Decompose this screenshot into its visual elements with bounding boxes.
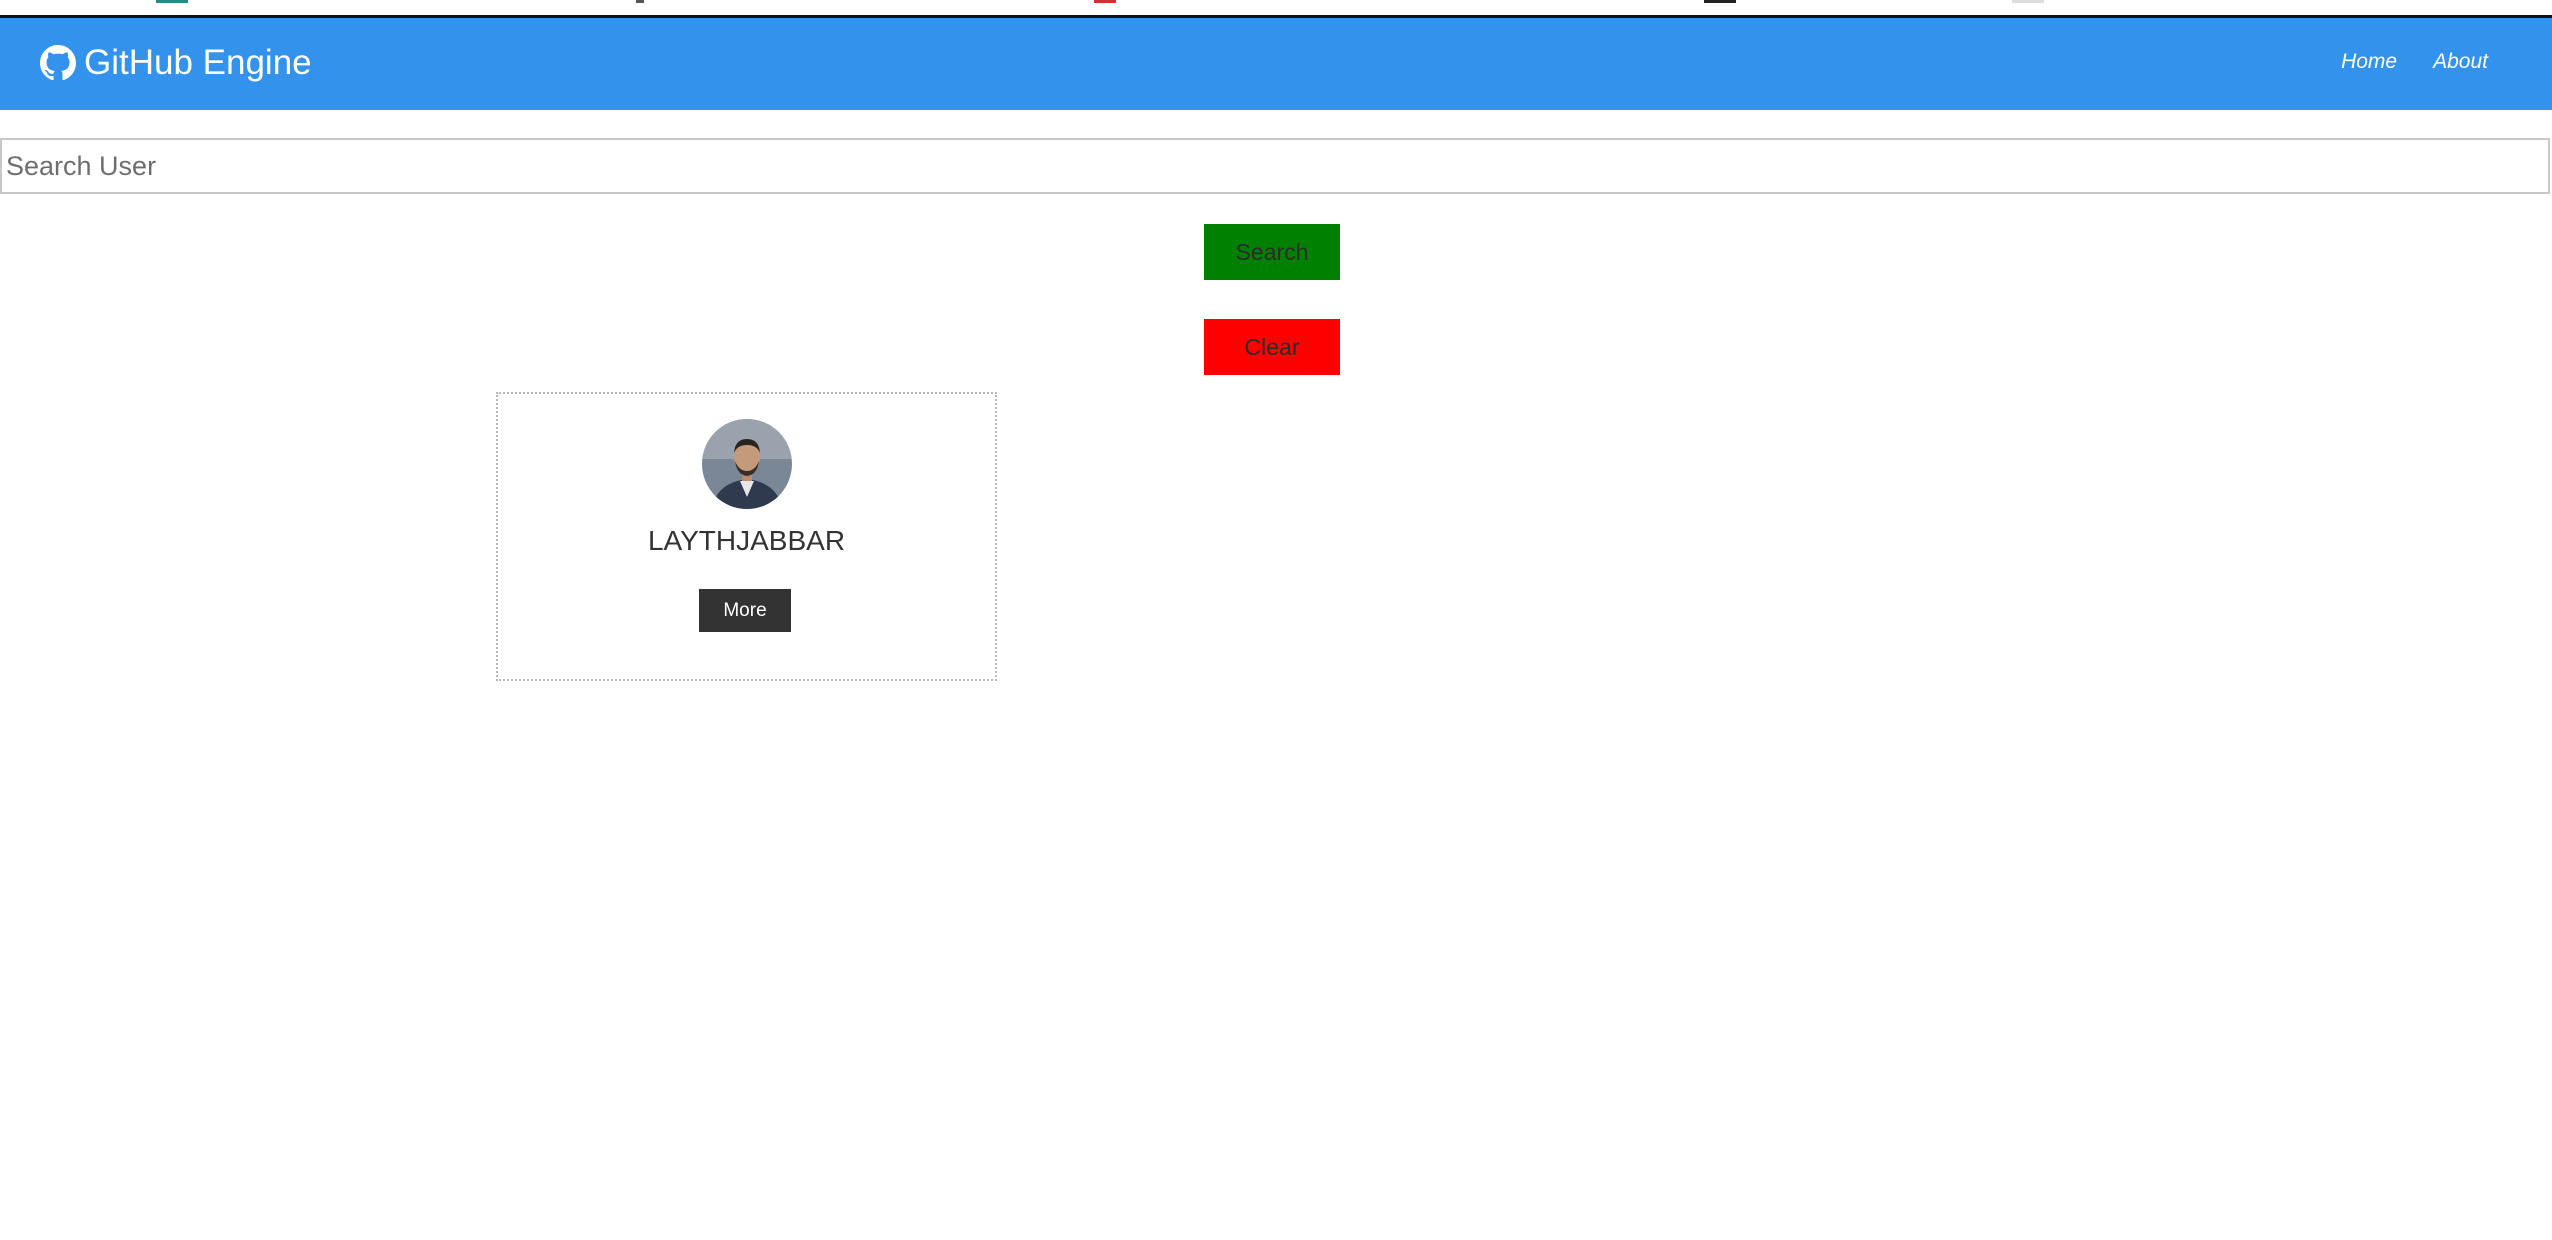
nav-link-about[interactable]: About xyxy=(2433,50,2488,74)
search-button[interactable]: Search xyxy=(1204,224,1340,280)
clear-button[interactable]: Clear xyxy=(1204,319,1340,375)
search-input[interactable] xyxy=(0,138,2550,194)
github-icon xyxy=(40,45,76,81)
nav-link-home[interactable]: Home xyxy=(2341,50,2397,74)
username: LAYTHJABBAR xyxy=(647,525,846,556)
browser-tab-strip xyxy=(0,0,2552,18)
app-title: GitHub Engine xyxy=(84,43,312,82)
brand[interactable]: GitHub Engine xyxy=(40,40,312,86)
user-card: LAYTHJABBAR More xyxy=(496,392,997,681)
nav-links: Home About xyxy=(2341,50,2488,74)
more-button[interactable]: More xyxy=(699,589,791,632)
avatar xyxy=(702,419,792,509)
navbar: GitHub Engine Home About xyxy=(0,18,2552,110)
